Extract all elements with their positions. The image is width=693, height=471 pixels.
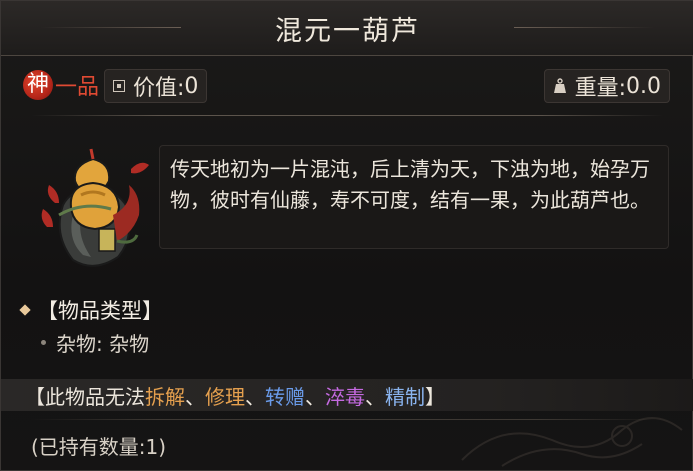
restriction-separator: 、: [185, 384, 205, 409]
cloud-pattern-icon: [461, 417, 683, 467]
category-header-label: 【物品类型】: [37, 299, 163, 323]
diamond-bullet-icon: [19, 304, 31, 316]
value-label: 价值:: [133, 76, 185, 101]
coin-icon: [113, 80, 125, 92]
item-info-row: 神 一品 价值: 0 重量: 0.0: [1, 65, 693, 105]
divider: [31, 115, 664, 116]
title-bar: 混元一葫芦: [1, 1, 693, 56]
owned-count: (已持有数量:1): [31, 435, 167, 459]
restriction-separator: 、: [305, 384, 325, 409]
weight-icon: [553, 78, 566, 93]
restriction-prefix: 【此物品无法: [25, 384, 145, 409]
restriction-separator: 、: [365, 384, 385, 409]
weight-label: 重量:: [574, 76, 626, 101]
grade-label: 一品: [55, 75, 100, 100]
weight-stat: 重量: 0.0: [543, 69, 670, 103]
category-header: 【物品类型】: [19, 295, 163, 325]
dot-bullet-icon: [41, 340, 46, 345]
item-title: 混元一葫芦: [275, 15, 420, 47]
gourd-item-icon: [41, 148, 149, 267]
item-tooltip: 混元一葫芦 神 一品 价值: 0 重量: 0.0 传天地初为一片混沌，后上清为天…: [0, 0, 693, 471]
category-value-label: 杂物: 杂物: [56, 332, 150, 356]
weight-amount: 0.0: [626, 73, 661, 99]
category-value: 杂物: 杂物: [41, 328, 149, 357]
grade-seal: 神: [23, 70, 53, 100]
item-description: 传天地初为一片混沌，后上清为天，下浊为地，始孕万物，彼时有仙藤，寿不可度，结有一…: [159, 145, 669, 249]
restriction-separator: 、: [245, 384, 265, 409]
restriction-refine: 精制: [385, 384, 425, 409]
restriction-poison: 淬毒: [325, 384, 365, 409]
restriction-dismantle: 拆解: [145, 384, 185, 409]
restriction-repair: 修理: [205, 384, 245, 409]
grade-badge: 神 一品: [19, 69, 103, 101]
value-amount: 0: [184, 73, 199, 99]
restriction-gift: 转赠: [265, 384, 305, 409]
value-stat: 价值: 0: [104, 69, 208, 103]
